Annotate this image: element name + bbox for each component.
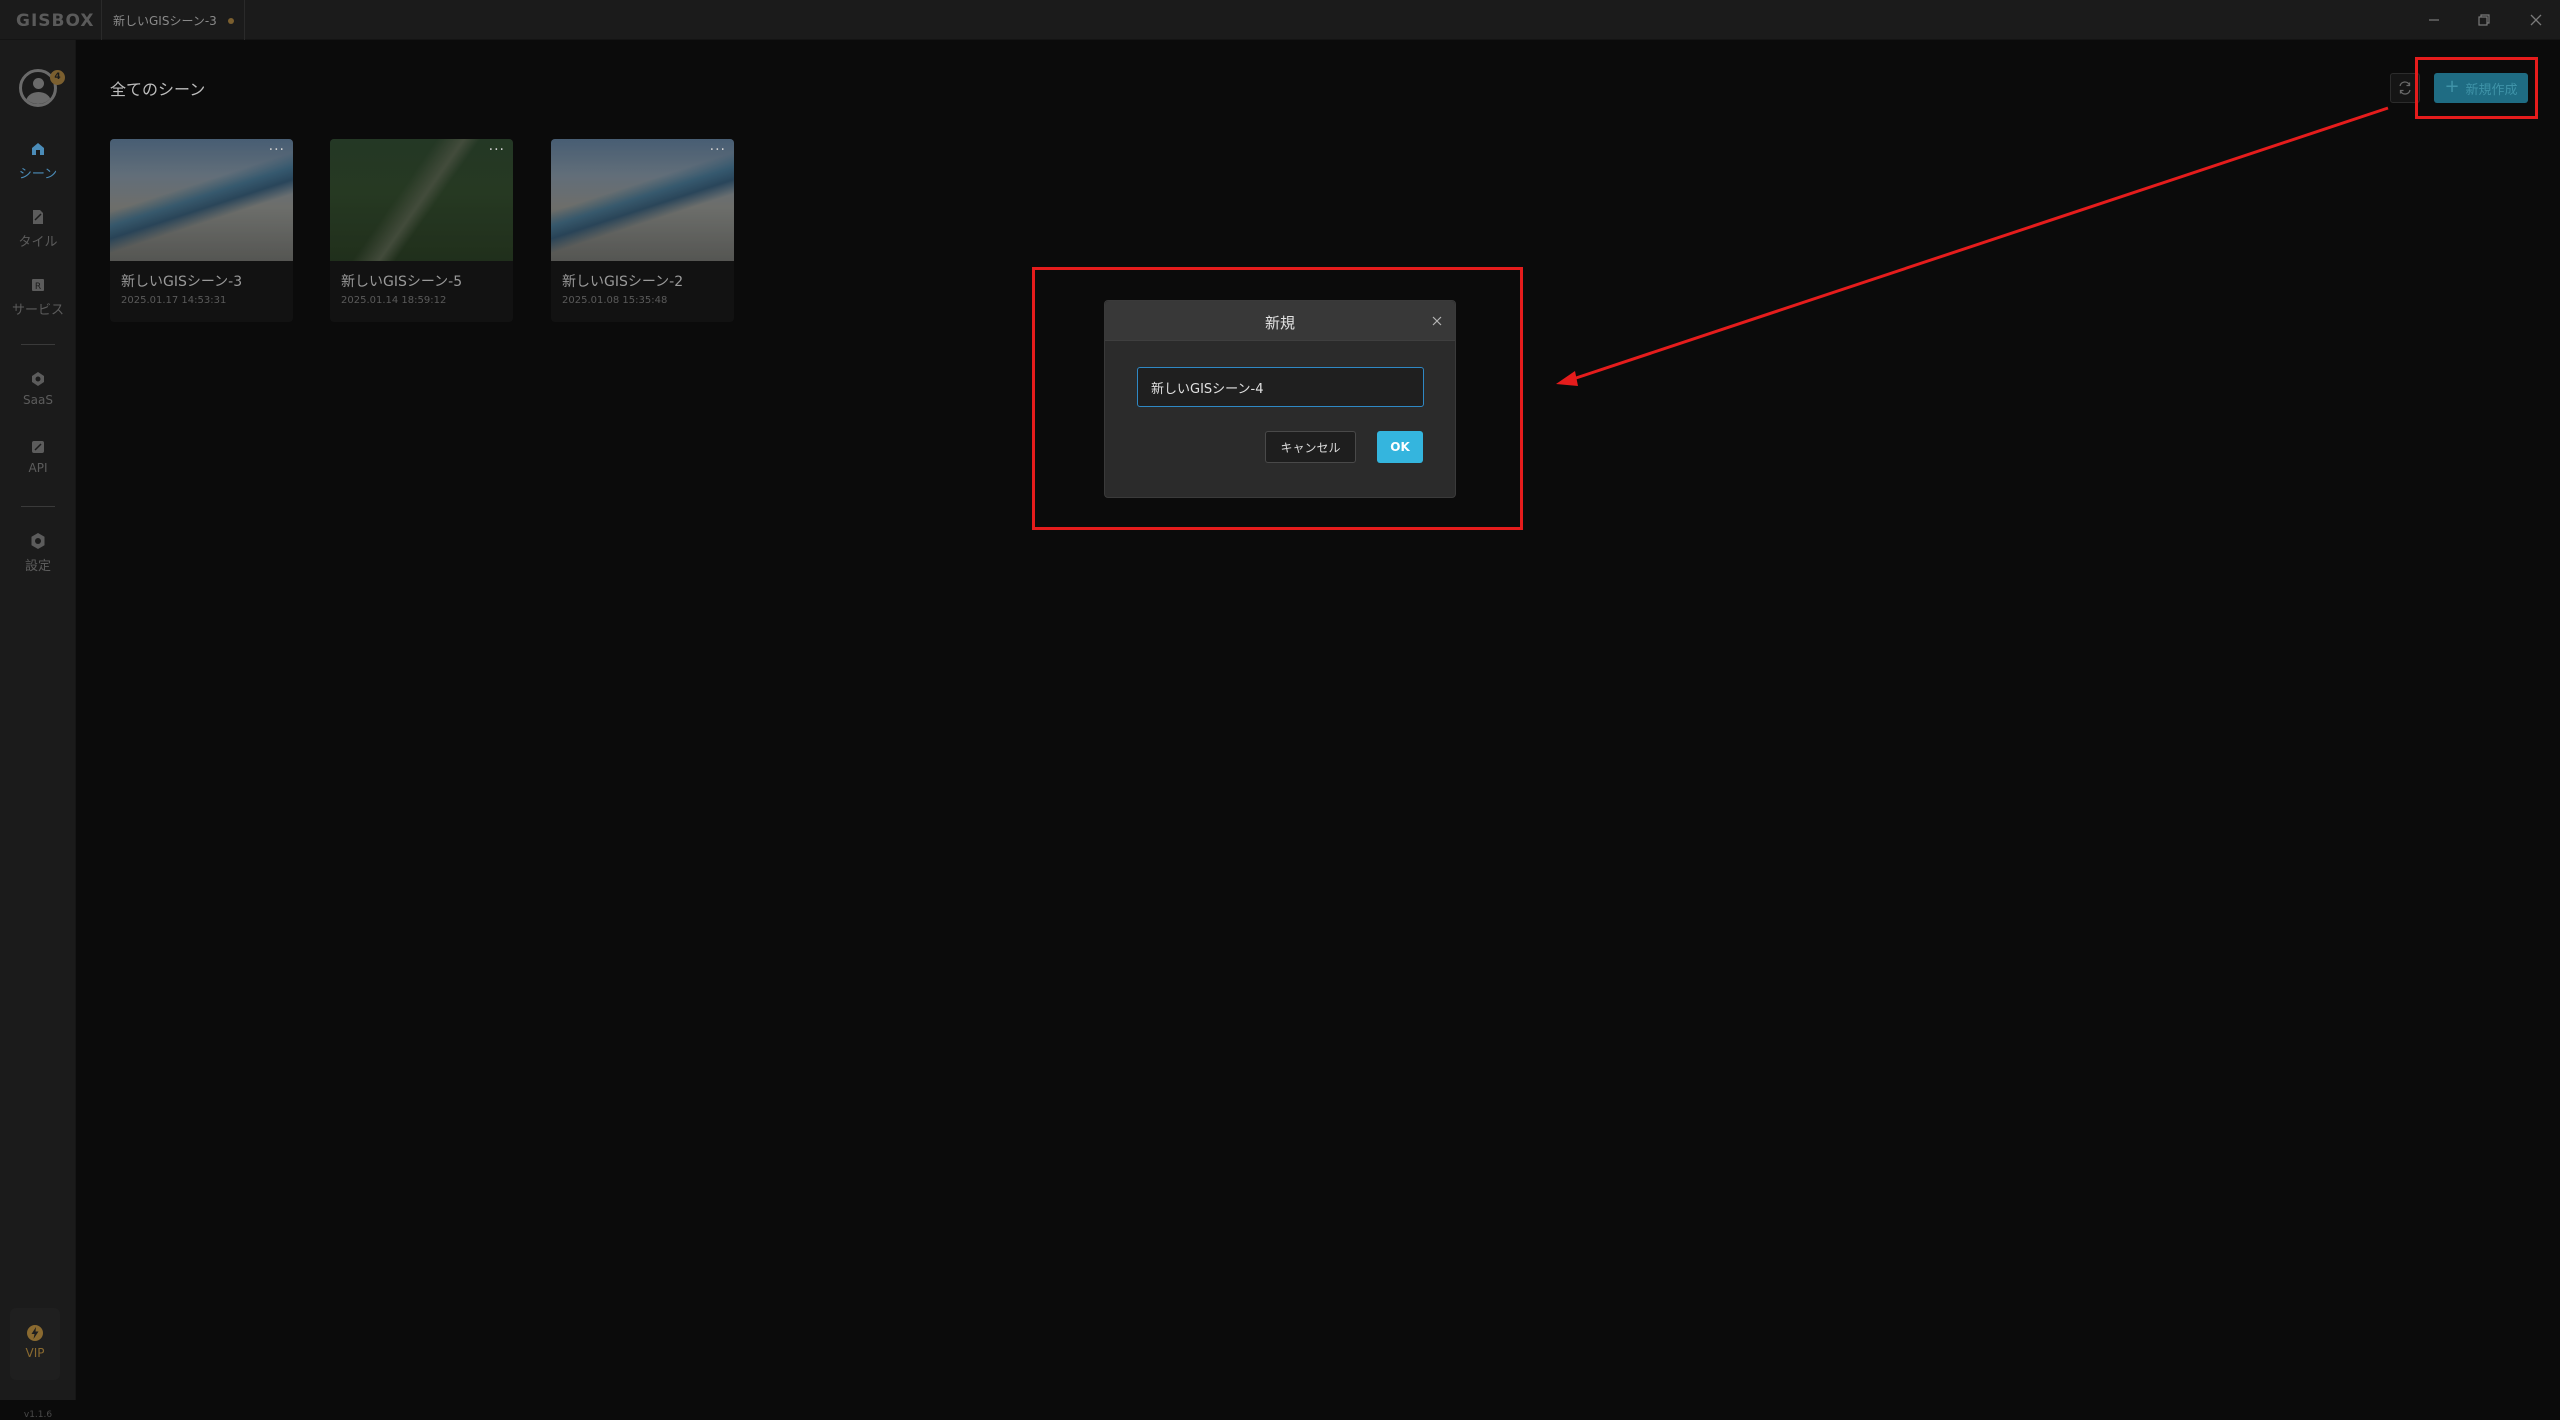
- sidebar-item-label: タイル: [18, 235, 58, 250]
- dialog-header: 新規: [1105, 301, 1455, 341]
- settings-icon: [31, 533, 45, 549]
- lightning-icon: [27, 1325, 43, 1341]
- sidebar-item-label: 設定: [24, 559, 51, 574]
- scene-card[interactable]: ··· 新しいGISシーン-5 2025.01.14 18:59:12: [330, 139, 513, 322]
- app-version: v1.1.6: [23, 1410, 53, 1420]
- service-icon: R: [32, 279, 44, 292]
- new-scene-dialog: 新規 キャンセル OK: [1104, 300, 1456, 498]
- svg-text:R: R: [35, 282, 41, 292]
- sidebar-item-scene[interactable]: シーン: [0, 140, 76, 196]
- refresh-icon: [2399, 81, 2411, 95]
- page-title: 全てのシーン: [110, 80, 206, 99]
- cancel-button[interactable]: キャンセル: [1265, 431, 1356, 463]
- scene-name: 新しいGISシーン-3: [121, 274, 243, 290]
- notification-badge: 4: [50, 70, 65, 85]
- more-options-icon[interactable]: ···: [489, 143, 505, 157]
- sidebar-item-label: シーン: [18, 167, 58, 182]
- scene-thumbnail: [110, 139, 293, 261]
- dialog-title: 新規: [1264, 314, 1295, 332]
- scene-thumbnail: [551, 139, 734, 261]
- sidebar-divider: [21, 344, 55, 345]
- sidebar-divider: [21, 506, 55, 507]
- sidebar-item-label: SaaS: [23, 393, 53, 407]
- sidebar: 4 シーン タイル R サービス SaaS API 設定 VIP v1.1.6: [0, 40, 76, 1420]
- annotation-box-new-button: [2415, 57, 2538, 119]
- scene-thumbnail: [330, 139, 513, 261]
- scene-name-input[interactable]: [1137, 367, 1424, 407]
- tile-icon: [33, 210, 43, 224]
- sidebar-item-tile[interactable]: タイル: [0, 208, 76, 264]
- api-icon: [32, 441, 44, 453]
- restore-icon[interactable]: [2472, 8, 2496, 32]
- scene-card[interactable]: ··· 新しいGISシーン-2 2025.01.08 15:35:48: [551, 139, 734, 322]
- sidebar-item-saas[interactable]: SaaS: [0, 370, 76, 426]
- title-bar: GISBOX 新しいGISシーン-3: [0, 0, 2560, 40]
- sidebar-item-api[interactable]: API: [0, 438, 76, 494]
- scene-card[interactable]: ··· 新しいGISシーン-3 2025.01.17 14:53:31: [110, 139, 293, 322]
- sidebar-item-settings[interactable]: 設定: [0, 532, 76, 588]
- sidebar-item-label: API: [28, 461, 48, 475]
- scene-name: 新しいGISシーン-2: [562, 274, 684, 290]
- ok-button[interactable]: OK: [1377, 431, 1423, 463]
- more-options-icon[interactable]: ···: [710, 143, 726, 157]
- scene-date: 2025.01.17 14:53:31: [121, 295, 227, 306]
- sidebar-item-service[interactable]: R サービス: [0, 276, 76, 332]
- vip-label: VIP: [25, 1346, 45, 1360]
- tab-current-scene[interactable]: 新しいGISシーン-3: [101, 0, 245, 40]
- scene-date: 2025.01.08 15:35:48: [562, 295, 668, 306]
- more-options-icon[interactable]: ···: [269, 143, 285, 157]
- minimize-icon[interactable]: [2422, 8, 2446, 32]
- sidebar-item-label: サービス: [11, 303, 64, 318]
- app-logo: GISBOX: [16, 11, 95, 31]
- vip-button[interactable]: VIP: [10, 1308, 60, 1380]
- scene-icon: [32, 143, 44, 155]
- saas-icon: [32, 372, 44, 386]
- scene-name: 新しいGISシーン-5: [341, 274, 463, 290]
- close-window-icon[interactable]: [2524, 8, 2548, 32]
- close-icon[interactable]: [1431, 315, 1443, 327]
- tab-label: 新しいGISシーン-3: [113, 13, 217, 28]
- scene-date: 2025.01.14 18:59:12: [341, 295, 447, 306]
- unsaved-dot-icon: [228, 18, 234, 24]
